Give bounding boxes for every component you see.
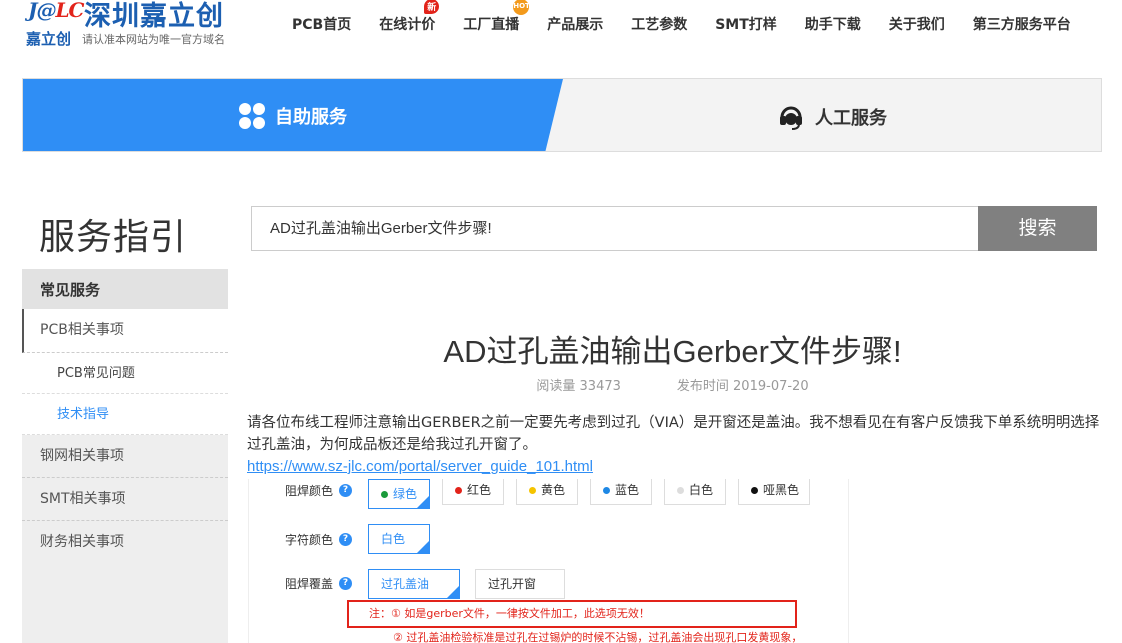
nav-products[interactable]: 产品展示 — [547, 14, 603, 34]
tab-human-service[interactable]: 人工服务 — [777, 103, 887, 131]
option-blue: 蓝色 — [590, 479, 652, 505]
article-body: 请各位布线工程师注意输出GERBER之前一定要先考虑到过孔（VIA）是开窗还是盖… — [247, 415, 1100, 453]
article-screenshot: 阻焊颜色? 绿色 红色 黄色 蓝色 白色 哑黑色 字符颜色? 白色 阻焊覆盖? … — [248, 479, 849, 643]
help-icon: ? — [339, 484, 353, 497]
help-icon: ? — [339, 577, 353, 590]
option-via-tented: 过孔盖油 — [368, 569, 460, 599]
sidebar-item-finance[interactable]: 财务相关事项 — [22, 521, 228, 564]
mask-cover-label: 阻焊覆盖? — [285, 575, 353, 592]
nav-online-quote[interactable]: 在线计价新 — [379, 0, 440, 34]
article-read-count: 阅读量 33473 — [536, 379, 621, 394]
sidebar-item-smt[interactable]: SMT相关事项 — [22, 478, 228, 521]
nav-assistant-download[interactable]: 助手下载 — [805, 14, 861, 34]
option-silk-white: 白色 — [368, 524, 430, 554]
logo-official-domain-note: 请认准本网站为唯一官方域名 — [82, 33, 225, 46]
warning-note-box: 注：① 如是gerber文件，一律按文件加工，此选项无效！ — [347, 600, 797, 628]
option-red: 红色 — [442, 479, 504, 505]
service-tabs: 自助服务 人工服务 — [22, 78, 1102, 152]
site-logo[interactable]: J@LC 深圳嘉立创 嘉立创 请认准本网站为唯一官方域名 — [24, 0, 244, 48]
nav-smt-proto[interactable]: SMT打样 — [715, 14, 777, 34]
sidebar-subitem-pcb-faq[interactable]: PCB常见问题 — [22, 353, 228, 394]
silk-color-label: 字符颜色? — [285, 531, 353, 548]
article-title: AD过孔盖油输出Gerber文件步骤! — [443, 334, 902, 369]
option-via-open: 过孔开窗 — [475, 569, 565, 599]
article-publish-date: 发布时间 2019-07-20 — [676, 379, 809, 394]
nav-factory-live[interactable]: 工厂直播 HOT — [463, 0, 530, 34]
article-meta: 阅读量 33473 发布时间 2019-07-20 — [247, 375, 1098, 394]
main-nav: PCB首页 在线计价新 工厂直播 HOT 产品展示 工艺参数 SMT打样 助手下载… — [292, 0, 1071, 34]
option-white: 白色 — [664, 479, 726, 505]
article-link[interactable]: https://www.sz-jlc.com/portal/server_gui… — [247, 458, 593, 475]
grid-flower-icon — [239, 103, 265, 129]
option-matte-black: 哑黑色 — [738, 479, 810, 505]
search-button[interactable]: 搜索 — [978, 206, 1097, 251]
mask-color-label: 阻焊颜色? — [285, 482, 353, 499]
warning-note-2: ② 过孔盖油检验标准是过孔在过锡炉的时候不沾锡，过孔盖油会出现孔口发黄现象， — [393, 631, 803, 643]
nav-pcb-home[interactable]: PCB首页 — [292, 14, 351, 34]
help-icon: ? — [339, 533, 353, 546]
site-header: J@LC 深圳嘉立创 嘉立创 请认准本网站为唯一官方域名 PCB首页 在线计价新… — [0, 0, 1122, 56]
sidebar-subitem-tech-guide[interactable]: 技术指导 — [22, 394, 228, 435]
search-input[interactable]: AD过孔盖油输出Gerber文件步骤! — [251, 206, 979, 251]
option-yellow: 黄色 — [516, 479, 578, 505]
sidebar-heading: 常见服务 — [22, 269, 228, 309]
sidebar: 常见服务 PCB相关事项 PCB常见问题 技术指导 钢网相关事项 SMT相关事项… — [22, 269, 228, 643]
option-green: 绿色 — [368, 479, 430, 509]
new-badge: 新 — [424, 0, 440, 14]
page-title: 服务指引 — [39, 217, 188, 258]
logo-mark: J@LC — [28, 0, 84, 22]
sidebar-item-stencil[interactable]: 钢网相关事项 — [22, 435, 228, 478]
nav-process-params[interactable]: 工艺参数 — [631, 14, 687, 34]
headset-icon — [780, 106, 802, 130]
sidebar-item-pcb[interactable]: PCB相关事项 — [22, 309, 228, 353]
logo-subname: 嘉立创 — [26, 30, 72, 48]
nav-third-party-platform[interactable]: 第三方服务平台 — [973, 14, 1071, 34]
nav-about-us[interactable]: 关于我们 — [889, 14, 945, 34]
hot-badge: HOT — [513, 0, 530, 15]
logo-company-name: 深圳嘉立创 — [84, 1, 224, 32]
tab-self-service-label[interactable]: 自助服务 — [239, 103, 347, 129]
